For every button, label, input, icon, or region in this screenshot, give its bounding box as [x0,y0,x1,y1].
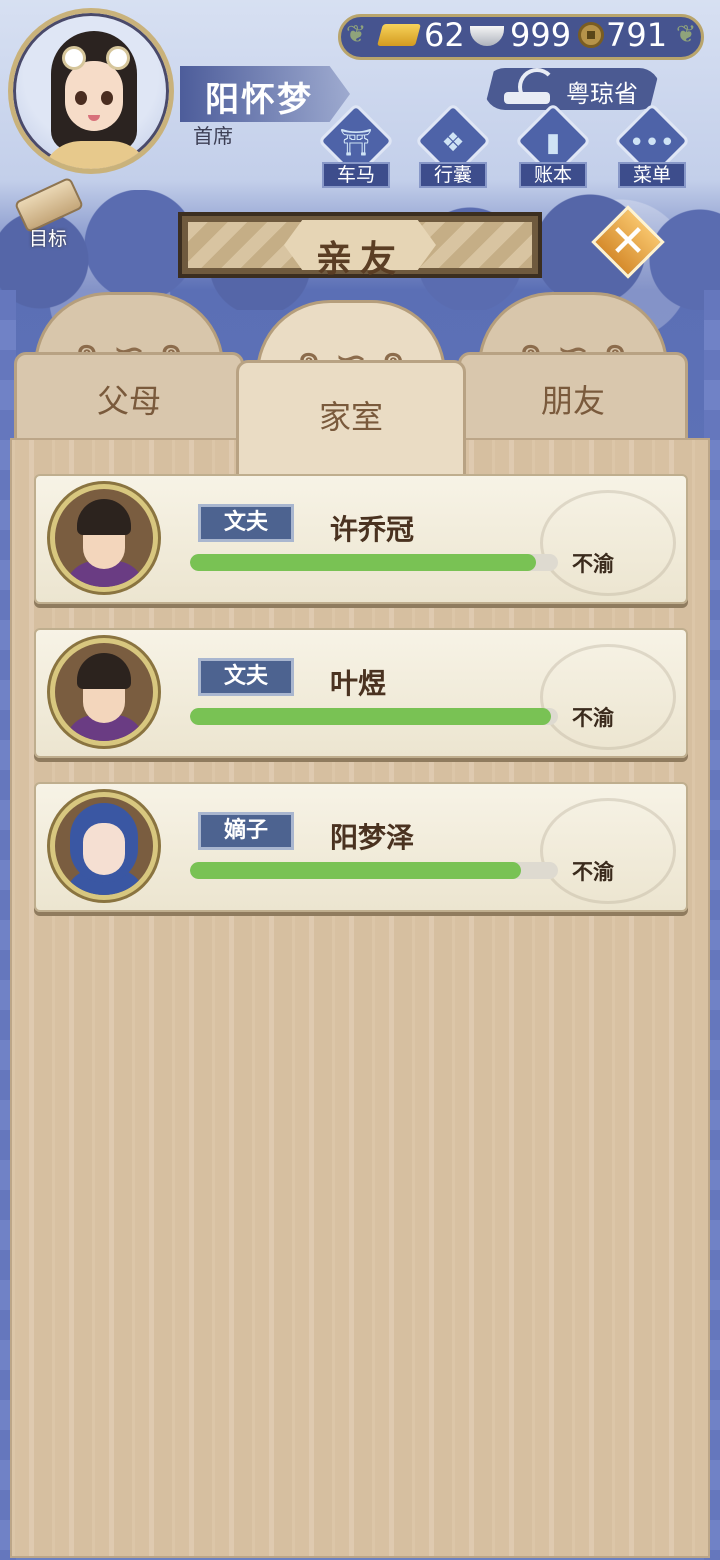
copper-amount: 791 [606,16,668,54]
member-avatar[interactable] [50,792,158,900]
nav-ledger-button[interactable]: ▮ 账本 [513,102,593,188]
member-avatar[interactable] [50,484,158,592]
player-rank: 首席 [193,124,233,148]
menu-dots-icon: ••• [628,128,675,158]
silver-amount: 999 [510,16,572,54]
gold-ingot-icon [377,24,421,46]
carriage-icon: ⛩ [339,128,373,158]
tab-family[interactable]: 家室 [236,300,466,506]
tab-label: 家室 [318,398,383,436]
nav-menu-button[interactable]: ••• 菜单 [612,102,692,188]
tab-friends[interactable]: 朋友 [458,292,688,452]
tab-parents[interactable]: 父母 [14,292,244,452]
location-seal-icon [500,66,556,110]
avatar-eye [75,91,87,105]
mood-label: 不渝 [572,552,614,576]
player-name: 阳怀梦 [205,80,313,120]
goal-label: 目标 [28,228,67,250]
nav-label: 菜单 [618,162,686,188]
goal-button[interactable]: 目标 [10,176,86,250]
nav-label: 账本 [519,162,587,188]
mood-fill [190,862,522,879]
member-avatar[interactable] [50,638,158,746]
member-name: 叶煜 [330,667,387,700]
mood-bar [190,708,558,725]
mood-label: 不渝 [572,706,614,730]
member-name: 阳梦泽 [330,821,415,854]
relation-badge: 嫡子 [198,812,294,850]
mood-bar [190,862,558,879]
mood-fill [190,708,551,725]
gold-amount: 62 [424,16,465,54]
player-avatar[interactable] [8,8,174,174]
mood-bar [190,554,558,571]
avatar-eye [101,91,113,105]
close-icon[interactable]: ✕ [602,214,654,270]
title-banner: 亲友 [178,212,542,280]
member-card[interactable]: 文夫 许乔冠 不渝 [34,474,688,604]
location-name: 粤琼省 [566,80,638,108]
tab-label: 父母 [96,382,161,420]
member-card[interactable]: 文夫 叶煜 不渝 [34,628,688,758]
relation-badge: 文夫 [198,504,294,542]
ledger-icon: ▮ [545,128,561,158]
copper-coin-icon [578,22,604,48]
panel-title: 亲友 [315,239,404,280]
nav-label: 车马 [322,162,390,188]
nav-carriage-button[interactable]: ⛩ 车马 [316,102,396,188]
nav-bag-button[interactable]: ❖ 行囊 [413,102,493,188]
hair-flower-icon [109,49,127,67]
member-list-panel [10,438,710,1558]
nav-label: 行囊 [419,162,487,188]
bag-icon: ❖ [441,128,465,158]
hair-flower-icon [65,49,83,67]
member-name: 许乔冠 [330,513,415,546]
bamboo-leaf-icon: ❦ [346,20,367,48]
member-card[interactable]: 嫡子 阳梦泽 不渝 [34,782,688,912]
bamboo-leaf-icon: ❦ [676,20,697,48]
relation-badge: 文夫 [198,658,294,696]
mood-label: 不渝 [572,860,614,884]
mood-fill [190,554,536,571]
tab-label: 朋友 [540,382,605,420]
